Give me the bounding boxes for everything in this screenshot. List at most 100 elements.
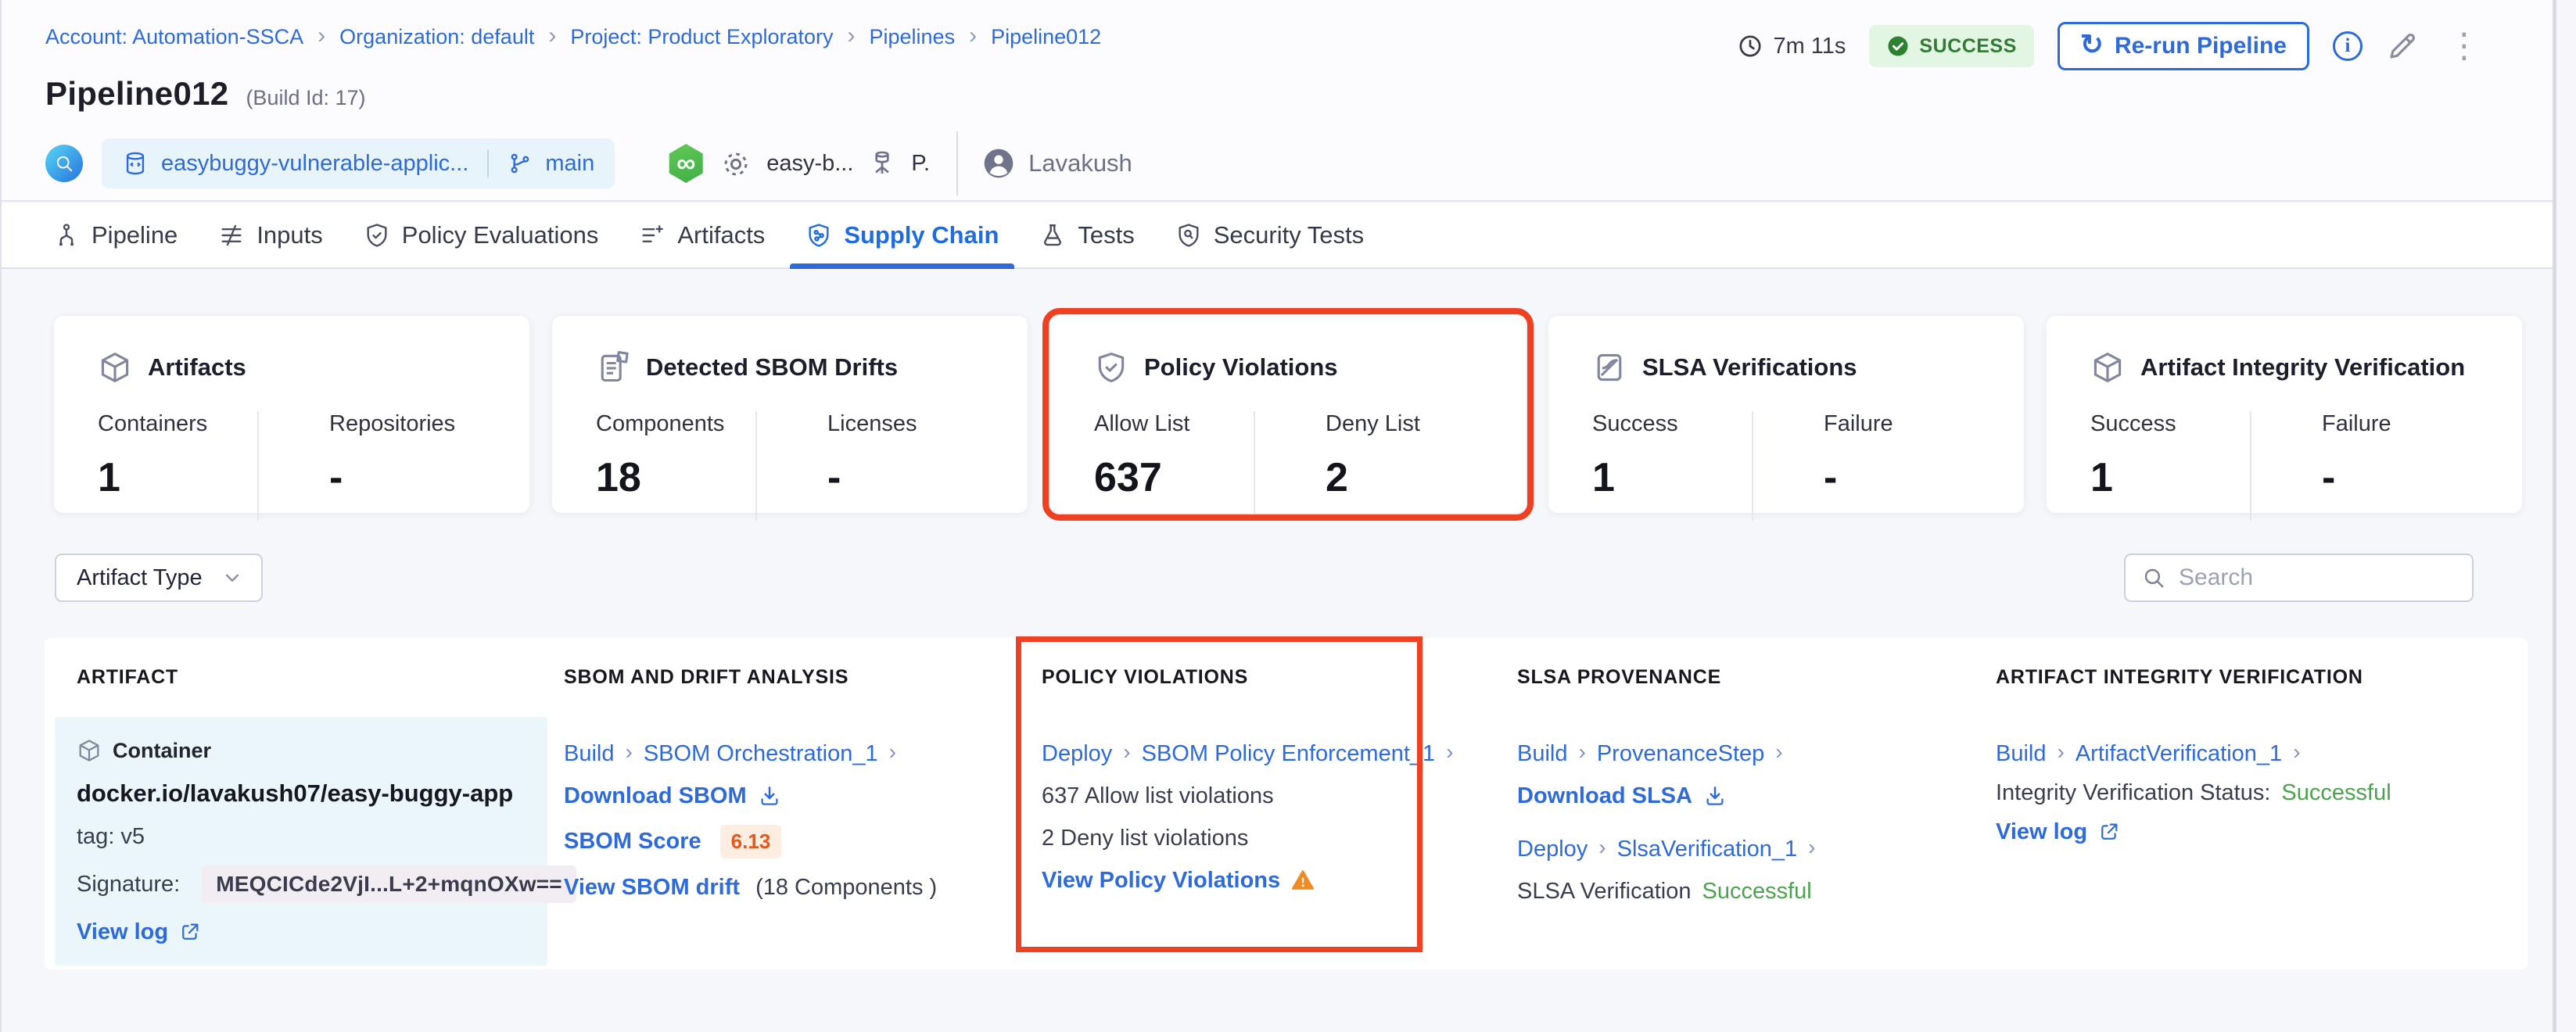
slsa-provenance-breadcrumb[interactable]: Build › ProvenanceStep › [1517,740,1964,767]
pipeline-icon [53,222,80,249]
artifact-cell-wrap: Container docker.io/lavakush07/easy-bugg… [45,690,549,966]
shield-chain-icon [805,222,832,249]
metric-components: Components 18 [596,411,757,521]
chevron-right-icon: › [1123,740,1130,765]
trigger-avatar [45,145,83,182]
metric-slsa-success: Success 1 [1592,411,1753,521]
artifact-view-log-link[interactable]: View log [77,919,547,945]
tab-label: Pipeline [91,221,178,249]
status-badge: SUCCESS [1869,25,2033,67]
view-policy-violations-link[interactable]: View Policy Violations [1042,867,1486,894]
sbom-stage-breadcrumb[interactable]: Build › SBOM Orchestration_1 › [564,740,1010,767]
download-icon [758,784,781,808]
integrity-view-log-link[interactable]: View log [1996,819,2528,845]
tab-label: Policy Evaluations [402,221,599,249]
stage-link[interactable]: Build [1517,741,1568,767]
step-link[interactable]: SBOM Orchestration_1 [644,741,878,767]
rerun-pipeline-button[interactable]: ↻ Re-run Pipeline [2058,22,2309,70]
breadcrumb-pipeline012[interactable]: Pipeline012 [991,25,1101,49]
metric-label: Success [1592,411,1752,437]
step-link[interactable]: ProvenanceStep [1597,741,1764,767]
shield-check-icon [1094,350,1128,385]
signature-value[interactable]: MEQCICde2VjI...L+2+mqnOXw== [202,865,576,903]
step-link[interactable]: SBOM Policy Enforcement_1 [1142,741,1436,767]
breadcrumb: Account: Automation-SSCA › Organization:… [45,25,1101,49]
repo-pill[interactable]: easybuggy-vulnerable-applic... main [102,138,615,188]
trigger-abbr: P. [911,151,930,177]
sbom-score-link[interactable]: SBOM Score [564,829,701,855]
artifact-type-dropdown[interactable]: Artifact Type [55,554,263,602]
step-link[interactable]: SlsaVerification_1 [1617,837,1798,862]
tab-security-tests[interactable]: Security Tests [1155,203,1384,267]
tab-label: Security Tests [1214,221,1364,249]
metric-value: - [827,454,987,501]
breadcrumb-project[interactable]: Project: Product Exploratory [570,25,833,49]
metric-label: Repositories [329,411,489,437]
breadcrumb-account[interactable]: Account: Automation-SSCA [45,25,303,49]
step-link[interactable]: ArtifactVerification_1 [2076,741,2282,767]
view-sbom-drift-link[interactable]: View SBOM drift [564,875,740,901]
branch-name[interactable]: main [545,151,594,177]
info-icon[interactable]: i [2333,31,2363,61]
chevron-right-icon: › [2293,740,2300,765]
metric-value: 1 [1592,454,1752,501]
tab-supply-chain[interactable]: Supply Chain [785,203,1019,267]
tab-tests[interactable]: Tests [1019,203,1154,267]
stage-link[interactable]: Deploy [1517,837,1588,862]
integrity-breadcrumb[interactable]: Build › ArtifactVerification_1 › [1996,740,2528,767]
more-options-icon[interactable]: ⋮ [2442,29,2486,63]
deny-list-violations: 2 Deny list violations [1042,825,1486,851]
slsa-verification-status: Successful [1702,879,1811,905]
window-scrollbar-strip[interactable] [2553,0,2576,1032]
card-title: SLSA Verifications [1642,353,1857,382]
meta-divider [956,131,958,195]
sliders-icon [218,222,245,249]
trigger-name: easy-b... [766,151,853,177]
slsa-scroll-icon [1592,350,1627,385]
tab-artifacts[interactable]: Artifacts [619,203,785,267]
card-slsa-verifications: SLSA Verifications Success 1 Failure - [1548,316,2024,513]
stage-link[interactable]: Deploy [1042,741,1112,767]
artifact-signature-line: Signature: MEQCICde2VjI...L+2+mqnOXw== [77,865,547,903]
download-slsa-label: Download SLSA [1517,783,1692,809]
tab-pipeline[interactable]: Pipeline [33,203,198,267]
breadcrumb-pipelines[interactable]: Pipelines [870,25,956,49]
card-artifact-integrity: Artifact Integrity Verification Success … [2047,316,2522,513]
search-input[interactable] [2179,564,2481,591]
chevron-right-icon: › [889,740,896,765]
trigger-info-group: ∞ easy-b... P. [666,144,930,183]
user-chip: Lavakush [981,146,1132,181]
metric-licenses: Licenses - [757,411,987,521]
user-name: Lavakush [1028,149,1132,177]
magnifier-icon [54,153,74,174]
metric-repositories: Repositories - [259,411,489,521]
download-sbom-link[interactable]: Download SBOM [564,783,1010,809]
slsa-verification-breadcrumb[interactable]: Deploy › SlsaVerification_1 › [1517,836,1964,862]
pencil-icon [2386,30,2419,63]
policy-cell: Deploy › SBOM Policy Enforcement_1 › 637… [1010,690,1486,966]
download-slsa-link[interactable]: Download SLSA [1517,783,1964,809]
breadcrumb-organization[interactable]: Organization: default [339,25,534,49]
metric-value: - [1824,454,1983,501]
gear-icon [719,146,752,181]
repo-name[interactable]: easybuggy-vulnerable-applic... [161,151,468,177]
metric-label: Allow List [1094,411,1254,437]
tab-inputs[interactable]: Inputs [198,203,343,267]
cube-icon [2090,350,2125,385]
metric-slsa-failure: Failure - [1753,411,1983,521]
artifact-type-line: Container [77,737,547,764]
metric-label: Deny List [1326,411,1485,437]
metric-deny-list: Deny List 2 [1255,411,1485,521]
integrity-cell: Build › ArtifactVerification_1 › Integri… [1964,690,2528,966]
stage-link[interactable]: Build [564,741,615,767]
policy-stage-breadcrumb[interactable]: Deploy › SBOM Policy Enforcement_1 › [1042,740,1486,767]
stage-link[interactable]: Build [1996,741,2047,767]
shield-search-icon [1175,222,1202,249]
edit-pipeline-icon[interactable] [2386,30,2419,63]
metric-value: 637 [1094,454,1254,501]
tab-policy-evaluations[interactable]: Policy Evaluations [343,203,619,267]
git-branch-icon [508,151,533,176]
supply-chain-page: Account: Automation-SSCA › Organization:… [0,0,2576,1032]
sbom-score-label: SBOM Score [564,829,701,855]
infrastructure-icon [867,149,897,178]
